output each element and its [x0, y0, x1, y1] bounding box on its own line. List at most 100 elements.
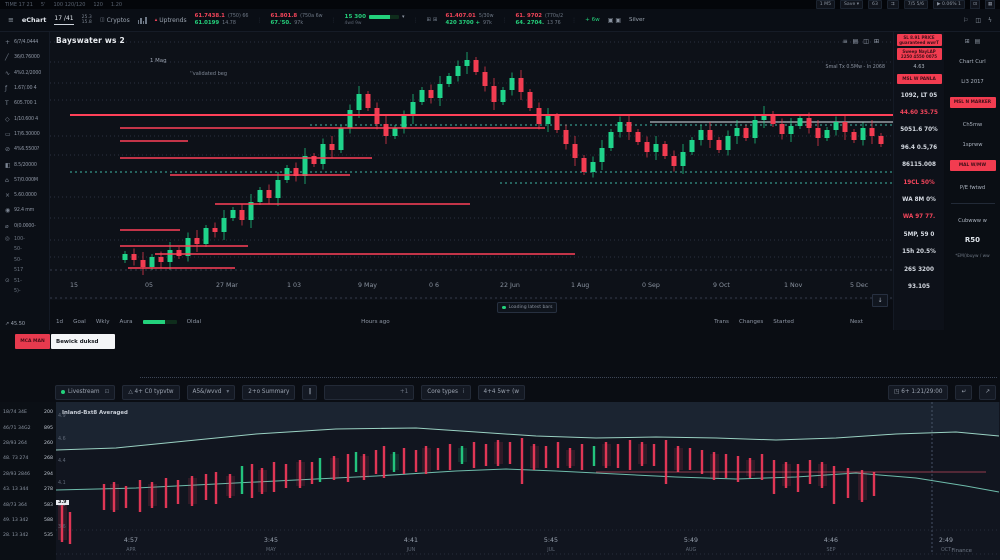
svg-text:4:41: 4:41: [404, 537, 418, 544]
svg-text:2:49: 2:49: [939, 537, 953, 544]
chart-corner-icons: ≡ ▤ ◫ ⊞: [843, 38, 879, 45]
toolbar-pill[interactable]: 4+4 5w+ (w: [478, 385, 526, 400]
chevron-down-icon[interactable]: ▾: [402, 14, 405, 20]
system-strip-item: 120: [93, 2, 103, 8]
svg-text:4.4: 4.4: [58, 458, 66, 464]
strip-button[interactable]: 63: [868, 0, 882, 9]
time-tab[interactable]: 17 /41: [54, 15, 73, 25]
strip-icon-button[interactable]: ⊡: [970, 0, 980, 9]
sidebar-tool[interactable]: ◉92.4 mm: [0, 203, 49, 218]
sidebar-tool[interactable]: +6/7/4.0444: [0, 35, 49, 50]
sidebar-mini-row[interactable]: ⊙51-: [0, 276, 49, 287]
menu-item-cryptos[interactable]: ◫Cryptos: [100, 17, 130, 24]
sidebar-tool[interactable]: ◧8.5/20000: [0, 157, 49, 172]
strip-button[interactable]: ▶ 0.06% 1: [933, 0, 965, 9]
tool-icon: ╱: [5, 54, 14, 61]
sidebar-tool[interactable]: ▭17/6.30000: [0, 127, 49, 142]
sidebar-mini-row[interactable]: 50-: [0, 244, 49, 255]
sidebar-mini-row[interactable]: 50-: [0, 255, 49, 266]
sidebar-tool[interactable]: ×5.60.0000: [0, 188, 49, 203]
chart-toolbar-icon[interactable]: ▤: [853, 38, 859, 45]
sidebar-tool[interactable]: ⌂57/0.000M: [0, 173, 49, 188]
strip-button[interactable]: 1 M5: [816, 0, 835, 9]
chart-toolbar-icon[interactable]: ◫: [863, 38, 869, 45]
quote-row: 46/71 34G2895: [0, 420, 56, 435]
ticker-quote: 61.7438.1(750) 6661.019914.78: [195, 13, 249, 27]
status-changes[interactable]: Changes: [739, 319, 763, 325]
toolbar-right-pill[interactable]: ↵: [955, 385, 972, 400]
sidebar-tool[interactable]: ⌀0(0.0000-: [0, 219, 49, 234]
strip-button[interactable]: ⇉: [887, 0, 899, 9]
toolbar-pill[interactable]: Livestream⊡: [55, 385, 115, 400]
layout-grid-icon[interactable]: ⊞ ⊞: [426, 17, 437, 23]
sidebar-mini-row[interactable]: 517: [0, 265, 49, 276]
toolbar-right-pill[interactable]: ↗: [979, 385, 996, 400]
timeframe-oldal[interactable]: Oldal: [187, 319, 202, 325]
menu-item-uptrends[interactable]: ▴Uptrends: [155, 17, 187, 24]
topbar-icon[interactable]: ϟ: [988, 17, 992, 24]
timeframe-1d[interactable]: 1d: [56, 319, 63, 325]
quote-row: 48/73 364583: [0, 497, 56, 512]
price-level: WA 8M 0%: [902, 191, 936, 208]
timeframe-wkly[interactable]: Wkly: [96, 319, 110, 325]
toolbar-pill[interactable]: 2+o Summary: [242, 385, 295, 400]
price-alert-banner-2[interactable]: Sweep NayLAP 2250 4550 0075: [897, 48, 942, 60]
status-next-button[interactable]: Next: [850, 319, 863, 325]
timeframe-goal[interactable]: Goal: [73, 319, 86, 325]
sidebar-mini-row[interactable]: 5)-: [0, 286, 49, 297]
add-watchlist-label[interactable]: + 6w: [585, 17, 600, 23]
main-chart-svg[interactable]: 150527 Mar1 039 May0 622 Jun1 Aug0 Sep9 …: [50, 32, 893, 300]
strip-icon-button[interactable]: ▦: [985, 0, 995, 9]
panel-icon[interactable]: ▤: [975, 38, 981, 45]
topbar-icon[interactable]: ◫: [975, 17, 981, 24]
main-chart[interactable]: 150527 Mar1 039 May0 622 Jun1 Aug0 Sep9 …: [50, 32, 893, 300]
topbar-icon[interactable]: ⚐: [963, 17, 968, 24]
sidebar-tool[interactable]: ╱36/0.76000: [0, 50, 49, 65]
toolbar-pill[interactable]: +1: [324, 385, 414, 400]
sidebar-tool[interactable]: ◇1/10.600 4: [0, 111, 49, 126]
svg-text:4.6: 4.6: [58, 436, 66, 442]
toolbar-pill[interactable]: A5&/wvvd▾: [187, 385, 236, 400]
status-started[interactable]: Started: [773, 319, 794, 325]
sell-action-button[interactable]: MSL N MARKER: [950, 97, 996, 108]
indicator-chart[interactable]: 4:57APR3:45MAY4:41JUN5:45JUL5:49AUG4:46S…: [56, 402, 1000, 560]
ticker-toolbar: ≡ eChart 17 /41 25.3 15.8 ◫Cryptos▴Uptre…: [0, 9, 1000, 32]
status-progress-bar: [143, 320, 177, 324]
sidebar-tool[interactable]: ƒ1.67/.00 4: [0, 81, 49, 96]
sidebar-tool[interactable]: ∿4%0.2/2000: [0, 66, 49, 81]
toolbar-pill[interactable]: Core typesi: [421, 385, 470, 400]
chart-toolbar-icon[interactable]: ⊞: [874, 38, 879, 45]
quote-row: 18/74 34E200: [0, 405, 56, 420]
strip-button[interactable]: Save ▾: [840, 0, 863, 9]
sidebar-tool[interactable]: T605.700 1: [0, 96, 49, 111]
sell-market-button[interactable]: MCA MAN: [15, 334, 50, 349]
timeframe-aura[interactable]: Aura: [120, 319, 133, 325]
price-alert-banner[interactable]: SL 8.91 PRICE guaranteed wwrT: [897, 34, 942, 46]
order-input-field[interactable]: Bewick duksd: [51, 334, 115, 349]
download-button[interactable]: ↓: [872, 294, 888, 307]
system-strip-items: TIME 17 215'100 120/1201201.20: [5, 2, 130, 8]
status-trans[interactable]: Trans: [714, 319, 729, 325]
sidebar-tool[interactable]: ⊘4%6.5500?: [0, 142, 49, 157]
toolbar-pill[interactable]: ‖: [302, 385, 317, 400]
price-list: 1092, LT 0544.60 35.755051.6 70%96.4 0.5…: [900, 87, 938, 296]
menu-icon[interactable]: ≡: [8, 16, 14, 24]
sell-panel-button[interactable]: MSL W PANLA: [897, 74, 942, 84]
volume-bars-icon[interactable]: [138, 17, 147, 24]
system-strip: TIME 17 215'100 120/1201201.20 1 M5 Save …: [0, 0, 1000, 9]
loading-pill[interactable]: Loading latest bars: [497, 302, 557, 313]
sidebar-mini-row[interactable]: ◎100-: [0, 234, 49, 245]
toolbar-right-pill[interactable]: ◳ 6+ 1:21/29:00: [888, 385, 948, 400]
toolbar-pill[interactable]: △ 4+ C0 typvtw: [122, 385, 179, 400]
ticker-quote: 61.407.015/30w420 3700 +97k: [445, 13, 493, 27]
indicator-corner-label: Finance: [951, 548, 972, 554]
tool-list: +6/7/4.0444╱36/0.76000∿4%0.2/2000ƒ1.67/.…: [0, 35, 49, 234]
status-dot: [502, 306, 506, 310]
indicator-chart-svg[interactable]: 4:57APR3:45MAY4:41JUN5:45JUL5:49AUG4:46S…: [56, 402, 1000, 560]
panel-label: P/E fwtwd: [960, 185, 985, 191]
sell-action-button[interactable]: MAL W/MW: [950, 160, 996, 171]
panel-label: R50: [965, 236, 980, 244]
panel-icon[interactable]: ⊞: [965, 38, 970, 45]
strip-button[interactable]: 7/5 5/6: [904, 0, 928, 9]
chart-toolbar-icon[interactable]: ≡: [843, 38, 848, 45]
